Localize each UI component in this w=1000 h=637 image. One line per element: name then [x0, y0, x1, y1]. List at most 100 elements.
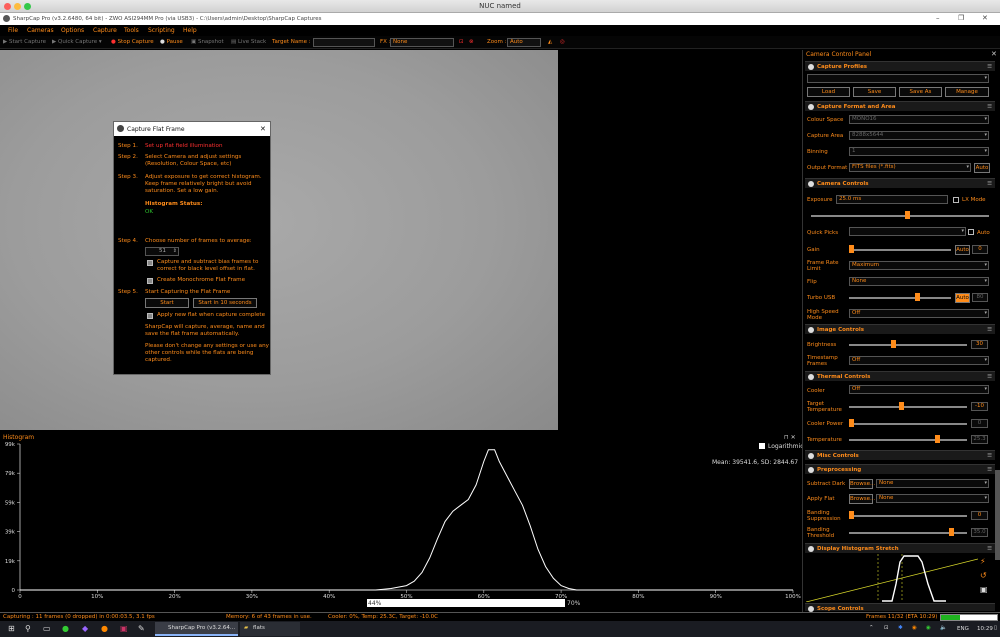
banding-threshold-input[interactable]: 35.0 — [971, 528, 988, 537]
subtract-dark-browse-button[interactable]: Browse... — [849, 479, 875, 489]
binning-select[interactable]: 1 ▾ — [849, 147, 989, 156]
target-temp-input[interactable]: -10 — [971, 402, 988, 411]
menu-capture[interactable]: Capture — [93, 27, 117, 34]
turbo-usb-slider-track[interactable] — [849, 297, 951, 299]
section-scope-controls[interactable]: Scope Controls — [805, 603, 995, 612]
taskbar-app-sharpcap[interactable]: SharpCap Pro (v3.2.64... — [155, 622, 238, 636]
subtract-dark-select[interactable]: None ▾ — [876, 479, 989, 488]
section-display-stretch[interactable]: Display Histogram Stretch ☰ — [805, 543, 995, 553]
minimize-icon[interactable]: – — [936, 14, 940, 22]
save-as-profile-button[interactable]: Save As — [899, 87, 942, 97]
brightness-slider-thumb[interactable] — [891, 340, 896, 348]
tray-clock[interactable]: 10:29 — [977, 626, 993, 632]
temperature-slider-track[interactable] — [849, 439, 967, 441]
gain-auto-button[interactable]: Auto — [955, 245, 970, 255]
tray-language[interactable]: ENG — [957, 626, 969, 632]
section-menu-icon[interactable]: ☰ — [987, 374, 992, 380]
frames-count-input[interactable]: 51 ⇕ — [145, 247, 179, 256]
histogram-range-bar[interactable] — [367, 599, 565, 607]
turbo-usb-slider-thumb[interactable] — [915, 293, 920, 301]
banding-suppression-slider-track[interactable] — [849, 515, 967, 517]
restore-icon[interactable]: ❐ — [958, 14, 964, 22]
bias-frames-checkbox[interactable] — [147, 260, 153, 266]
turbo-usb-input[interactable]: 80 — [972, 293, 988, 302]
stretch-auto-icon[interactable]: ⚡ — [980, 557, 986, 566]
notification-icon[interactable]: ▯ — [994, 625, 997, 631]
section-camera-controls[interactable]: Camera Controls ☰ — [805, 178, 995, 188]
load-profile-button[interactable]: Load — [807, 87, 850, 97]
high-speed-select[interactable]: Off ▾ — [849, 309, 989, 318]
section-misc-controls[interactable]: Misc Controls ☰ — [805, 450, 995, 460]
live-stack-button[interactable]: ▤ Live Stack — [231, 39, 266, 45]
media-icon[interactable]: ▣ — [120, 624, 128, 633]
menu-scripting[interactable]: Scripting — [148, 27, 175, 34]
tray-battery-icon[interactable]: ◉ — [926, 625, 931, 631]
colour-space-select[interactable]: MONO16 ▾ — [849, 115, 989, 124]
exposure-slider-track[interactable] — [811, 215, 989, 217]
dialog-close-icon[interactable]: ✕ — [260, 125, 266, 133]
target-name-input[interactable] — [313, 38, 375, 47]
quick-capture-button[interactable]: ▶ Quick Capture ▾ — [52, 39, 102, 45]
banding-suppression-slider-thumb[interactable] — [849, 511, 854, 519]
panel-scrollbar[interactable] — [995, 470, 1000, 560]
tray-network-icon[interactable]: ⊡ — [884, 625, 889, 631]
snapshot-button[interactable]: ▣ Snapshot — [191, 39, 224, 45]
cooler-power-slider-track[interactable] — [849, 423, 967, 425]
visual-studio-icon[interactable]: ◆ — [82, 624, 88, 633]
gain-input[interactable]: 0 — [972, 245, 988, 254]
save-profile-button[interactable]: Save — [853, 87, 896, 97]
capture-area-select[interactable]: 8288x5644 ▾ — [849, 131, 989, 140]
apply-flat-select[interactable]: None ▾ — [876, 494, 989, 503]
section-capture-profiles[interactable]: Capture Profiles ☰ — [805, 61, 995, 71]
frame-rate-select[interactable]: Maximum ▾ — [849, 261, 989, 270]
task-view-icon[interactable]: ▭ — [43, 624, 51, 633]
close-icon[interactable]: ✕ — [982, 14, 988, 22]
section-preprocessing[interactable]: Preprocessing ☰ — [805, 464, 995, 474]
menu-help[interactable]: Help — [183, 27, 197, 34]
start-button[interactable]: Start — [145, 298, 189, 308]
gain-slider-thumb[interactable] — [849, 245, 854, 253]
section-menu-icon[interactable]: ☰ — [987, 104, 992, 110]
mono-flat-checkbox[interactable] — [147, 278, 153, 284]
exposure-input[interactable]: 25.0 ms — [836, 195, 948, 204]
output-format-select[interactable]: FITS files (*.fits) ▾ — [849, 163, 971, 172]
lx-mode-checkbox[interactable] — [953, 197, 959, 203]
menu-file[interactable]: File — [8, 27, 18, 34]
reticle-icon[interactable]: ◎ — [560, 39, 565, 45]
tray-app-icon[interactable]: ◉ — [912, 625, 917, 631]
manage-profiles-button[interactable]: Manage — [945, 87, 989, 97]
banding-suppression-input[interactable]: 0 — [971, 511, 988, 520]
taskbar-app-folder[interactable]: ▰ flats — [240, 622, 300, 636]
section-menu-icon[interactable]: ☰ — [987, 64, 992, 70]
target-temp-slider-thumb[interactable] — [899, 402, 904, 410]
profile-select[interactable]: ▾ — [807, 74, 989, 83]
zoom-select[interactable]: Auto — [507, 38, 541, 47]
target-temp-slider-track[interactable] — [849, 406, 967, 408]
firefox-icon[interactable]: ● — [101, 624, 108, 633]
tools-icon[interactable]: ✎ — [138, 624, 145, 633]
flip-select[interactable]: None ▾ — [849, 277, 989, 286]
brightness-slider-track[interactable] — [849, 344, 967, 346]
histogram-toggle-icon[interactable]: ◭ — [548, 39, 552, 45]
tray-volume-icon[interactable]: 🔈 — [940, 625, 947, 631]
tray-chevron-icon[interactable]: ⌃ — [869, 625, 874, 631]
menu-options[interactable]: Options — [61, 27, 84, 34]
windows-start-icon[interactable]: ⊞ — [8, 624, 15, 633]
menu-tools[interactable]: Tools — [124, 27, 139, 34]
frames-stepper-icon[interactable]: ⇕ — [173, 248, 177, 255]
turbo-usb-auto-button[interactable]: Auto — [955, 293, 970, 303]
chrome-icon[interactable]: ● — [62, 624, 69, 633]
section-menu-icon[interactable]: ☰ — [987, 467, 992, 473]
section-capture-format[interactable]: Capture Format and Area ☰ — [805, 101, 995, 111]
section-menu-icon[interactable]: ☰ — [987, 327, 992, 333]
stretch-reset-icon[interactable]: ↺ — [980, 571, 987, 580]
cooler-select[interactable]: Off ▾ — [849, 385, 989, 394]
brightness-input[interactable]: 30 — [971, 340, 988, 349]
image-viewer[interactable] — [0, 50, 558, 430]
timestamp-select[interactable]: Off ▾ — [849, 356, 989, 365]
section-thermal-controls[interactable]: Thermal Controls ☰ — [805, 371, 995, 381]
apply-flat-checkbox[interactable] — [147, 313, 153, 319]
quick-picks-auto-checkbox[interactable] — [968, 229, 974, 235]
pause-button[interactable]: ● Pause — [160, 39, 183, 45]
menu-cameras[interactable]: Cameras — [27, 27, 54, 34]
